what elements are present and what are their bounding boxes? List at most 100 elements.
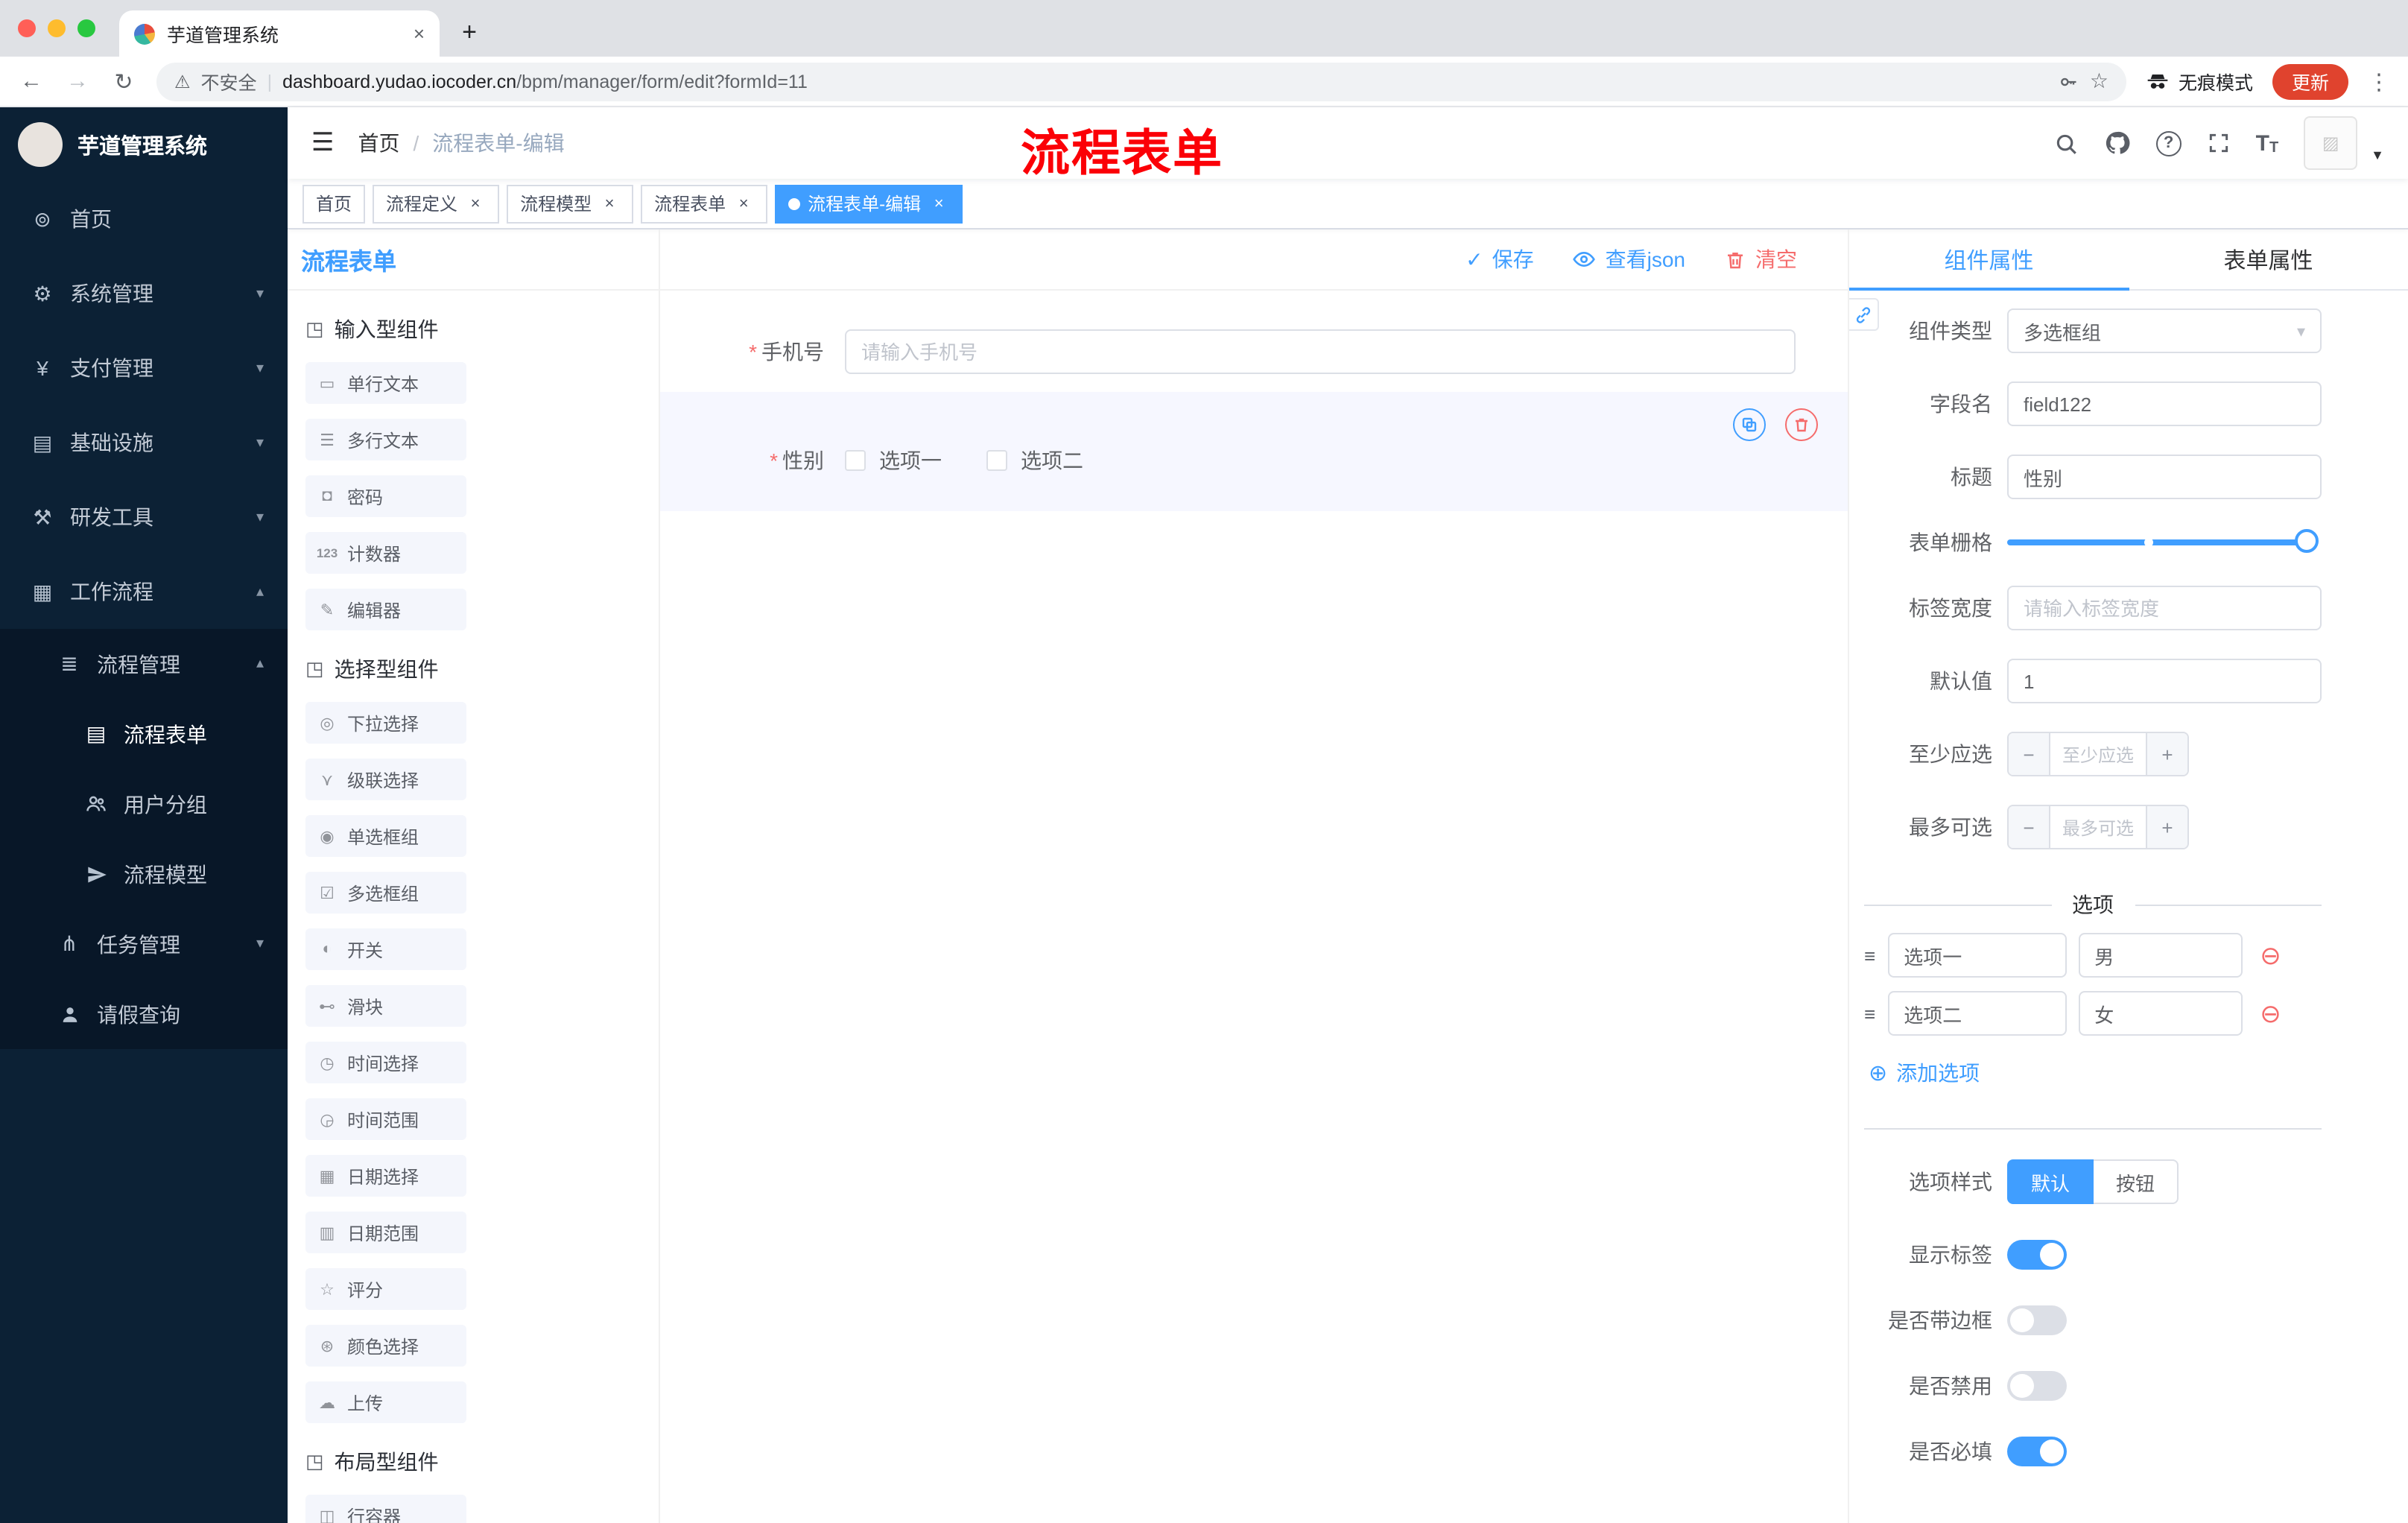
- user-menu-caret-icon[interactable]: ▼: [2371, 148, 2384, 162]
- sidebar-item-infrastructure[interactable]: ▤ 基础设施 ▾: [0, 405, 288, 480]
- browser-tab[interactable]: 芋道管理系统 ×: [119, 10, 440, 57]
- show-label-toggle[interactable]: [2007, 1240, 2067, 1270]
- increase-button[interactable]: +: [2146, 806, 2187, 848]
- canvas-field-phone[interactable]: * 手机号: [660, 329, 1848, 374]
- label-width-input[interactable]: [2007, 586, 2322, 630]
- tag-close-icon[interactable]: ×: [465, 193, 486, 214]
- sidebar-item-user-group[interactable]: 用户分组: [0, 769, 288, 839]
- search-icon[interactable]: [2053, 130, 2079, 156]
- remove-option-icon[interactable]: ⊖: [2260, 1001, 2281, 1026]
- drag-handle-icon[interactable]: ≡: [1864, 944, 1875, 966]
- palette-item-select[interactable]: ◎ 下拉选择: [305, 702, 466, 744]
- option-value-input[interactable]: [2078, 933, 2243, 978]
- canvas-field-gender-selected[interactable]: * 性别 选项一 选项二: [660, 392, 1848, 511]
- sidebar-item-process-form[interactable]: ▤ 流程表单: [0, 699, 288, 769]
- required-toggle[interactable]: [2007, 1437, 2067, 1466]
- tab-form-props[interactable]: 表单属性: [2129, 229, 2408, 289]
- password-key-icon[interactable]: [2059, 71, 2079, 92]
- window-zoom-button[interactable]: [77, 19, 95, 37]
- sidebar-item-home[interactable]: ⊚ 首页: [0, 182, 288, 256]
- gender-option1-checkbox[interactable]: 选项一: [845, 446, 942, 475]
- default-value-input[interactable]: [2007, 659, 2322, 703]
- tag-process-model[interactable]: 流程模型 ×: [507, 184, 634, 223]
- palette-item-single-line-text[interactable]: ▭ 单行文本: [305, 362, 466, 404]
- style-default-button[interactable]: 默认: [2007, 1159, 2094, 1204]
- style-button-button[interactable]: 按钮: [2094, 1159, 2179, 1204]
- sidebar-item-devtools[interactable]: ⚒ 研发工具 ▾: [0, 480, 288, 554]
- tab-close-icon[interactable]: ×: [414, 22, 425, 45]
- phone-input[interactable]: [845, 329, 1796, 374]
- palette-item-date-range[interactable]: ▥ 日期范围: [305, 1212, 466, 1253]
- address-bar[interactable]: ⚠ 不安全 | dashboard.yudao.iocoder.cn/bpm/m…: [156, 62, 2126, 101]
- gender-option2-checkbox[interactable]: 选项二: [986, 446, 1083, 475]
- window-close-button[interactable]: [18, 19, 36, 37]
- tag-close-icon[interactable]: ×: [733, 193, 754, 214]
- palette-item-checkbox-group[interactable]: ☑ 多选框组: [305, 872, 466, 914]
- view-json-button[interactable]: 查看json: [1573, 244, 1685, 274]
- palette-item-upload[interactable]: ☁ 上传: [305, 1381, 466, 1423]
- back-button[interactable]: ←: [18, 69, 45, 94]
- link-icon[interactable]: [1849, 298, 1879, 331]
- palette-item-time-range[interactable]: ◶ 时间范围: [305, 1098, 466, 1140]
- palette-item-date-picker[interactable]: ▦ 日期选择: [305, 1155, 466, 1197]
- decrease-button[interactable]: −: [2009, 733, 2050, 775]
- palette-item-radio-group[interactable]: ◉ 单选框组: [305, 815, 466, 857]
- sidebar-item-task-management[interactable]: ⋔ 任务管理 ▾: [0, 909, 288, 979]
- sidebar-item-workflow[interactable]: ▦ 工作流程 ▴: [0, 554, 288, 629]
- delete-component-icon[interactable]: [1785, 408, 1818, 441]
- slider-handle[interactable]: [2295, 529, 2319, 553]
- field-name-input[interactable]: [2007, 381, 2322, 426]
- option-name-input[interactable]: [1887, 991, 2067, 1036]
- hamburger-icon[interactable]: ☰: [311, 128, 335, 158]
- min-select-value[interactable]: 至少应选: [2050, 733, 2146, 775]
- palette-item-multi-line-text[interactable]: ☰ 多行文本: [305, 419, 466, 460]
- remove-option-icon[interactable]: ⊖: [2260, 943, 2281, 968]
- tag-home[interactable]: 首页: [302, 184, 366, 223]
- sidebar-item-leave-query[interactable]: 请假查询: [0, 979, 288, 1049]
- palette-item-counter[interactable]: 123 计数器: [305, 532, 466, 574]
- border-toggle[interactable]: [2007, 1305, 2067, 1335]
- breadcrumb-home[interactable]: 首页: [358, 128, 400, 158]
- fullscreen-icon[interactable]: [2207, 131, 2231, 155]
- github-icon[interactable]: [2104, 130, 2131, 156]
- palette-item-time-picker[interactable]: ◷ 时间选择: [305, 1042, 466, 1083]
- palette-item-rate[interactable]: ☆ 评分: [305, 1268, 466, 1310]
- save-button[interactable]: ✓ 保存: [1466, 244, 1533, 274]
- forward-button[interactable]: →: [64, 69, 91, 94]
- max-select-value[interactable]: 最多可选: [2050, 806, 2146, 848]
- font-size-icon[interactable]: TT: [2256, 130, 2279, 156]
- palette-item-slider[interactable]: ⊷ 滑块: [305, 985, 466, 1027]
- palette-item-password[interactable]: ◘ 密码: [305, 475, 466, 517]
- new-tab-button[interactable]: +: [449, 12, 490, 54]
- component-type-select[interactable]: 多选框组 ▾: [2007, 308, 2322, 353]
- tag-close-icon[interactable]: ×: [599, 193, 620, 214]
- tab-component-props[interactable]: 组件属性: [1849, 229, 2129, 289]
- tag-process-form[interactable]: 流程表单 ×: [641, 184, 768, 223]
- add-option-button[interactable]: ⊕ 添加选项: [1869, 1058, 2322, 1088]
- option-value-input[interactable]: [2078, 991, 2243, 1036]
- grid-slider[interactable]: [2007, 529, 2319, 553]
- sidebar-item-payment[interactable]: ¥ 支付管理 ▾: [0, 331, 288, 405]
- drag-handle-icon[interactable]: ≡: [1864, 1002, 1875, 1025]
- app-logo[interactable]: 芋道管理系统: [0, 107, 288, 182]
- tag-process-form-edit[interactable]: 流程表单-编辑 ×: [775, 184, 963, 223]
- tag-process-definition[interactable]: 流程定义 ×: [373, 184, 500, 223]
- clear-button[interactable]: 清空: [1724, 244, 1797, 274]
- increase-button[interactable]: +: [2146, 733, 2187, 775]
- tag-close-icon[interactable]: ×: [928, 193, 949, 214]
- palette-item-row-container[interactable]: ◫ 行容器: [305, 1495, 466, 1523]
- copy-component-icon[interactable]: [1733, 408, 1766, 441]
- sidebar-item-process-model[interactable]: 流程模型: [0, 839, 288, 909]
- sidebar-item-system[interactable]: ⚙ 系统管理 ▾: [0, 256, 288, 331]
- reload-button[interactable]: ↻: [110, 68, 137, 95]
- user-avatar[interactable]: ▨: [2304, 116, 2358, 170]
- title-input[interactable]: [2007, 455, 2322, 499]
- sidebar-item-process-management[interactable]: ≣ 流程管理 ▴: [0, 629, 288, 699]
- browser-update-button[interactable]: 更新: [2272, 63, 2348, 99]
- option-name-input[interactable]: [1887, 933, 2067, 978]
- decrease-button[interactable]: −: [2009, 806, 2050, 848]
- palette-item-color-picker[interactable]: ⊛ 颜色选择: [305, 1325, 466, 1367]
- palette-item-cascader[interactable]: ⋎ 级联选择: [305, 759, 466, 800]
- browser-menu-icon[interactable]: ⋮: [2368, 68, 2390, 95]
- disabled-toggle[interactable]: [2007, 1371, 2067, 1401]
